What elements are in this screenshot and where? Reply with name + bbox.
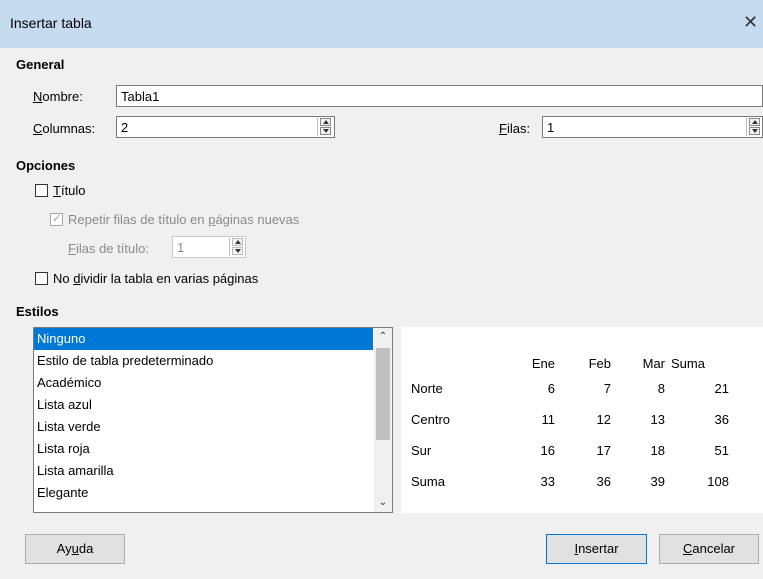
title-bar: Insertar tabla ✕	[0, 0, 763, 48]
nosplit-checkbox-label: No dividir la tabla en varias páginas	[53, 271, 259, 286]
nosplit-checkbox[interactable]	[35, 272, 48, 285]
list-item[interactable]: Lista amarilla	[34, 460, 373, 482]
preview-cell: 21	[714, 381, 729, 396]
name-label: Nombre:	[33, 89, 83, 104]
cancel-button[interactable]: Cancelar	[659, 534, 759, 564]
columns-value: 2	[121, 120, 129, 135]
preview-cell: Suma	[671, 355, 705, 371]
preview-cell: 39	[650, 474, 665, 489]
preview-cell	[411, 353, 499, 373]
insert-button[interactable]: Insertar	[546, 534, 647, 564]
table-row: Suma 33 36 39 108	[411, 466, 729, 497]
header-rows-label: Filas de título:	[68, 241, 149, 256]
preview-table: Ene Feb Mar Suma Norte 6 7 8 21 Centro 1…	[411, 353, 729, 497]
title-checkbox-label: Título	[53, 183, 86, 198]
name-value: Tabla1	[121, 89, 160, 104]
preview-cell: Ene	[531, 355, 555, 371]
header-rows-decrement-icon[interactable]	[232, 247, 243, 255]
styles-section-label: Estilos	[16, 304, 59, 319]
preview-cell: 33	[540, 474, 555, 489]
rows-label: Filas:	[499, 121, 531, 136]
rows-spin-buttons[interactable]	[746, 118, 762, 136]
preview-cell: 6	[547, 381, 555, 396]
preview-cell: 8	[657, 381, 665, 396]
preview-cell: 12	[596, 412, 611, 427]
preview-cell: Centro	[411, 412, 451, 427]
preview-cell: 51	[714, 443, 729, 458]
rows-value: 1	[547, 120, 555, 135]
name-field[interactable]: Tabla1	[116, 85, 763, 107]
columns-label: Columnas:	[33, 121, 96, 136]
general-section-label: General	[16, 57, 65, 72]
window-title: Insertar tabla	[10, 15, 92, 31]
scroll-up-icon[interactable]: ⌃	[374, 328, 392, 346]
preview-cell: 7	[603, 381, 611, 396]
preview-cell: 16	[540, 443, 555, 458]
rows-decrement-icon[interactable]	[749, 127, 760, 135]
preview-cell: 108	[707, 474, 729, 489]
scrollbar-thumb[interactable]	[376, 348, 390, 440]
list-item[interactable]: Lista verde	[34, 416, 373, 438]
table-row: Centro 11 12 13 36	[411, 404, 729, 435]
header-rows-value: 1	[177, 240, 185, 255]
repeat-checkbox[interactable]: ✓	[50, 211, 63, 226]
preview-cell: Suma	[411, 474, 445, 489]
columns-stepper[interactable]: 2	[116, 116, 335, 138]
preview-cell: Sur	[411, 443, 432, 458]
preview-cell: Feb	[588, 355, 611, 371]
list-item[interactable]: Elegante	[34, 482, 373, 504]
preview-cell: 11	[541, 412, 556, 427]
preview-cell: 13	[650, 412, 665, 427]
title-checkbox[interactable]	[35, 184, 48, 197]
columns-decrement-icon[interactable]	[320, 127, 331, 135]
rows-increment-icon[interactable]	[749, 118, 760, 126]
list-item[interactable]: Ninguno	[34, 328, 373, 350]
check-icon: ✓	[52, 211, 63, 225]
preview-cell: Norte	[411, 381, 443, 396]
header-rows-stepper[interactable]: 1	[172, 236, 246, 258]
list-item[interactable]: Lista roja	[34, 438, 373, 460]
options-section-label: Opciones	[16, 158, 76, 173]
preview-cell: Mar	[642, 355, 665, 371]
table-row: Norte 6 7 8 21	[411, 373, 729, 404]
table-row: Sur 16 17 18 51	[411, 435, 729, 466]
header-rows-spin-buttons[interactable]	[229, 238, 245, 256]
table-row: Ene Feb Mar Suma	[411, 353, 729, 373]
list-item[interactable]: Estilo de tabla predeterminado	[34, 350, 373, 372]
columns-increment-icon[interactable]	[320, 118, 331, 126]
repeat-checkbox-label: Repetir filas de título en páginas nueva…	[68, 212, 300, 227]
list-item[interactable]: Académico	[34, 372, 373, 394]
preview-cell: 36	[596, 474, 611, 489]
header-rows-increment-icon[interactable]	[232, 238, 243, 246]
styles-list[interactable]: Ninguno Estilo de tabla predeterminado A…	[33, 327, 393, 513]
preview-cell: 18	[650, 443, 665, 458]
table-preview: Ene Feb Mar Suma Norte 6 7 8 21 Centro 1…	[401, 327, 763, 513]
close-icon[interactable]: ✕	[743, 12, 763, 33]
styles-scrollbar[interactable]: ⌃ ⌄	[374, 328, 392, 512]
columns-spin-buttons[interactable]	[317, 118, 333, 136]
scroll-down-icon[interactable]: ⌄	[374, 494, 392, 512]
preview-cell: 36	[714, 412, 729, 427]
list-item[interactable]: Lista azul	[34, 394, 373, 416]
rows-stepper[interactable]: 1	[542, 116, 763, 138]
preview-cell: 17	[596, 443, 611, 458]
help-button[interactable]: Ayuda	[25, 534, 125, 564]
